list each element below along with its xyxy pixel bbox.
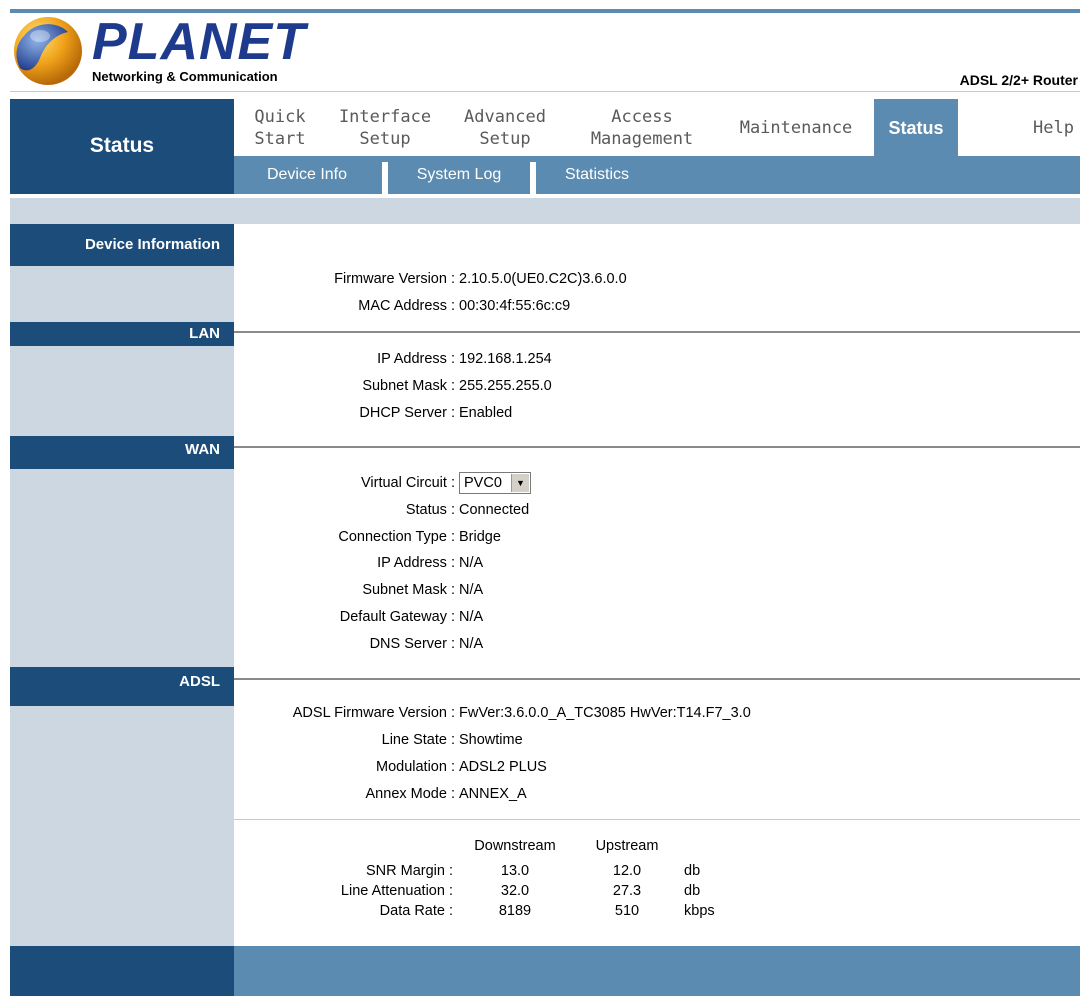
subnav-separator bbox=[382, 162, 388, 194]
snr-margin-downstream: 13.0 bbox=[500, 863, 530, 879]
nav-status[interactable]: Status bbox=[874, 99, 958, 156]
wan-subnet-value: N/A bbox=[459, 582, 484, 598]
nav-section-panel: Status bbox=[10, 99, 234, 194]
header-divider bbox=[10, 91, 1080, 92]
logo-tagline: Networking & Communication bbox=[92, 69, 278, 84]
firmware-version-value: 2.10.5.0(UE0.C2C)3.6.0.0 bbox=[459, 271, 627, 287]
annex-mode-label: Annex Mode : bbox=[365, 786, 455, 802]
dhcp-server-value: Enabled bbox=[459, 405, 513, 421]
subnav-device-info[interactable]: Device Info bbox=[242, 156, 372, 194]
connection-type-value: Bridge bbox=[459, 529, 501, 545]
lan-ip-label: IP Address : bbox=[377, 351, 455, 367]
data-rate-upstream: 510 bbox=[614, 903, 640, 919]
nav-maintenance[interactable]: Maintenance bbox=[724, 99, 868, 156]
line-attenuation-upstream: 27.3 bbox=[612, 883, 642, 899]
main-nav: Quick Start Interface Setup Advanced Set… bbox=[234, 99, 1080, 156]
stats-divider bbox=[234, 819, 1080, 820]
wan-ip-label: IP Address : bbox=[377, 555, 455, 571]
virtual-circuit-label: Virtual Circuit : bbox=[360, 475, 455, 491]
wan-status-value: Connected bbox=[459, 502, 530, 518]
line-attenuation-label: Line Attenuation : bbox=[340, 883, 453, 899]
planet-logo: PLANET Networking & Communication bbox=[10, 14, 305, 88]
product-name: ADSL 2/2+ Router bbox=[959, 72, 1078, 88]
dhcp-server-label: DHCP Server : bbox=[359, 405, 455, 421]
section-divider bbox=[234, 331, 1080, 333]
nav-advanced-setup[interactable]: Advanced Setup bbox=[448, 99, 562, 156]
virtual-circuit-select[interactable]: PVC0 ▼ bbox=[459, 472, 531, 494]
logo-wordmark: PLANET bbox=[92, 13, 306, 71]
section-wan: WAN bbox=[10, 436, 234, 469]
section-divider bbox=[234, 678, 1080, 680]
default-gateway-value: N/A bbox=[459, 609, 484, 625]
dns-server-value: N/A bbox=[459, 636, 484, 652]
downstream-header: Downstream bbox=[474, 838, 556, 854]
nav-quick-start[interactable]: Quick Start bbox=[240, 99, 320, 156]
subnav-system-log[interactable]: System Log bbox=[394, 156, 524, 194]
subnav-statistics[interactable]: Statistics bbox=[542, 156, 652, 194]
line-state-label: Line State : bbox=[381, 732, 455, 748]
mac-address-value: 00:30:4f:55:6c:c9 bbox=[459, 298, 571, 314]
nav-help[interactable]: Help bbox=[1004, 99, 1074, 156]
lan-subnet-value: 255.255.255.0 bbox=[459, 378, 552, 394]
upstream-header: Upstream bbox=[595, 838, 659, 854]
section-adsl: ADSL bbox=[10, 667, 234, 706]
footer-right bbox=[234, 946, 1080, 996]
line-attenuation-unit: db bbox=[684, 883, 701, 899]
globe-icon bbox=[10, 14, 86, 88]
lan-ip-value: 192.168.1.254 bbox=[459, 351, 552, 367]
connection-type-label: Connection Type : bbox=[338, 529, 455, 545]
wan-ip-value: N/A bbox=[459, 555, 484, 571]
sub-nav: Device Info System Log Statistics bbox=[234, 156, 1080, 194]
modulation-value: ADSL2 PLUS bbox=[459, 759, 547, 775]
annex-mode-value: ANNEX_A bbox=[459, 786, 527, 802]
data-rate-unit: kbps bbox=[684, 903, 715, 919]
wan-subnet-label: Subnet Mask : bbox=[362, 582, 455, 598]
dropdown-arrow-icon[interactable]: ▼ bbox=[511, 474, 529, 492]
nav-access-management[interactable]: Access Management bbox=[572, 99, 712, 156]
lan-subnet-label: Subnet Mask : bbox=[362, 378, 455, 394]
nav-section-title: Status bbox=[89, 134, 155, 157]
mac-address-label: MAC Address : bbox=[358, 298, 455, 314]
wan-status-label: Status : bbox=[405, 502, 455, 518]
snr-margin-unit: db bbox=[684, 863, 701, 879]
dns-server-label: DNS Server : bbox=[369, 636, 455, 652]
footer-left bbox=[10, 946, 234, 996]
adsl-firmware-label: ADSL Firmware Version : bbox=[292, 705, 455, 721]
line-state-value: Showtime bbox=[459, 732, 523, 748]
virtual-circuit-selected: PVC0 bbox=[464, 475, 502, 491]
section-device-information: Device Information bbox=[10, 224, 234, 266]
nav-interface-setup[interactable]: Interface Setup bbox=[330, 99, 440, 156]
snr-margin-upstream: 12.0 bbox=[612, 863, 642, 879]
section-lan: LAN bbox=[10, 322, 234, 346]
adsl-firmware-value: FwVer:3.6.0.0_A_TC3085 HwVer:T14.F7_3.0 bbox=[459, 705, 751, 721]
default-gateway-label: Default Gateway : bbox=[339, 609, 455, 625]
modulation-label: Modulation : bbox=[376, 759, 455, 775]
firmware-version-label: Firmware Version : bbox=[334, 271, 455, 287]
line-attenuation-downstream: 32.0 bbox=[500, 883, 530, 899]
data-rate-label: Data Rate : bbox=[379, 903, 453, 919]
subnav-separator bbox=[530, 162, 536, 194]
section-divider bbox=[234, 446, 1080, 448]
snr-margin-label: SNR Margin : bbox=[365, 863, 453, 879]
data-rate-downstream: 8189 bbox=[498, 903, 532, 919]
spacer-band bbox=[10, 198, 1080, 224]
